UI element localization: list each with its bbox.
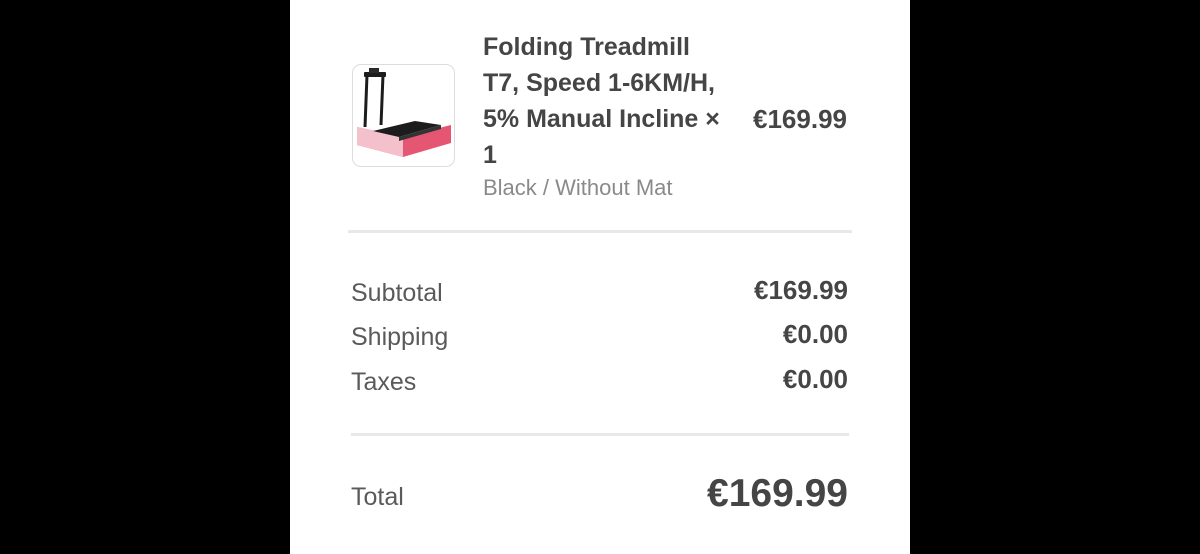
shipping-label: Shipping [351,323,449,351]
product-variant: Black / Without Mat [483,175,673,200]
divider [348,230,852,233]
treadmill-icon [357,68,451,157]
total-value: €169.99 [707,472,848,515]
product-thumbnail[interactable] [352,64,455,167]
subtotal-value: €169.99 [754,275,848,305]
divider [351,433,849,436]
product-price: €169.99 [753,104,847,134]
product-title: Folding Treadmill T7, Speed 1-6KM/H, 5% … [483,33,720,169]
subtotal-label: Subtotal [351,279,443,307]
order-summary-panel: Folding Treadmill T7, Speed 1-6KM/H, 5% … [290,0,910,554]
taxes-label: Taxes [351,368,417,396]
shipping-value: €0.00 [782,319,848,349]
taxes-value: €0.00 [782,364,848,394]
total-label: Total [351,483,404,511]
